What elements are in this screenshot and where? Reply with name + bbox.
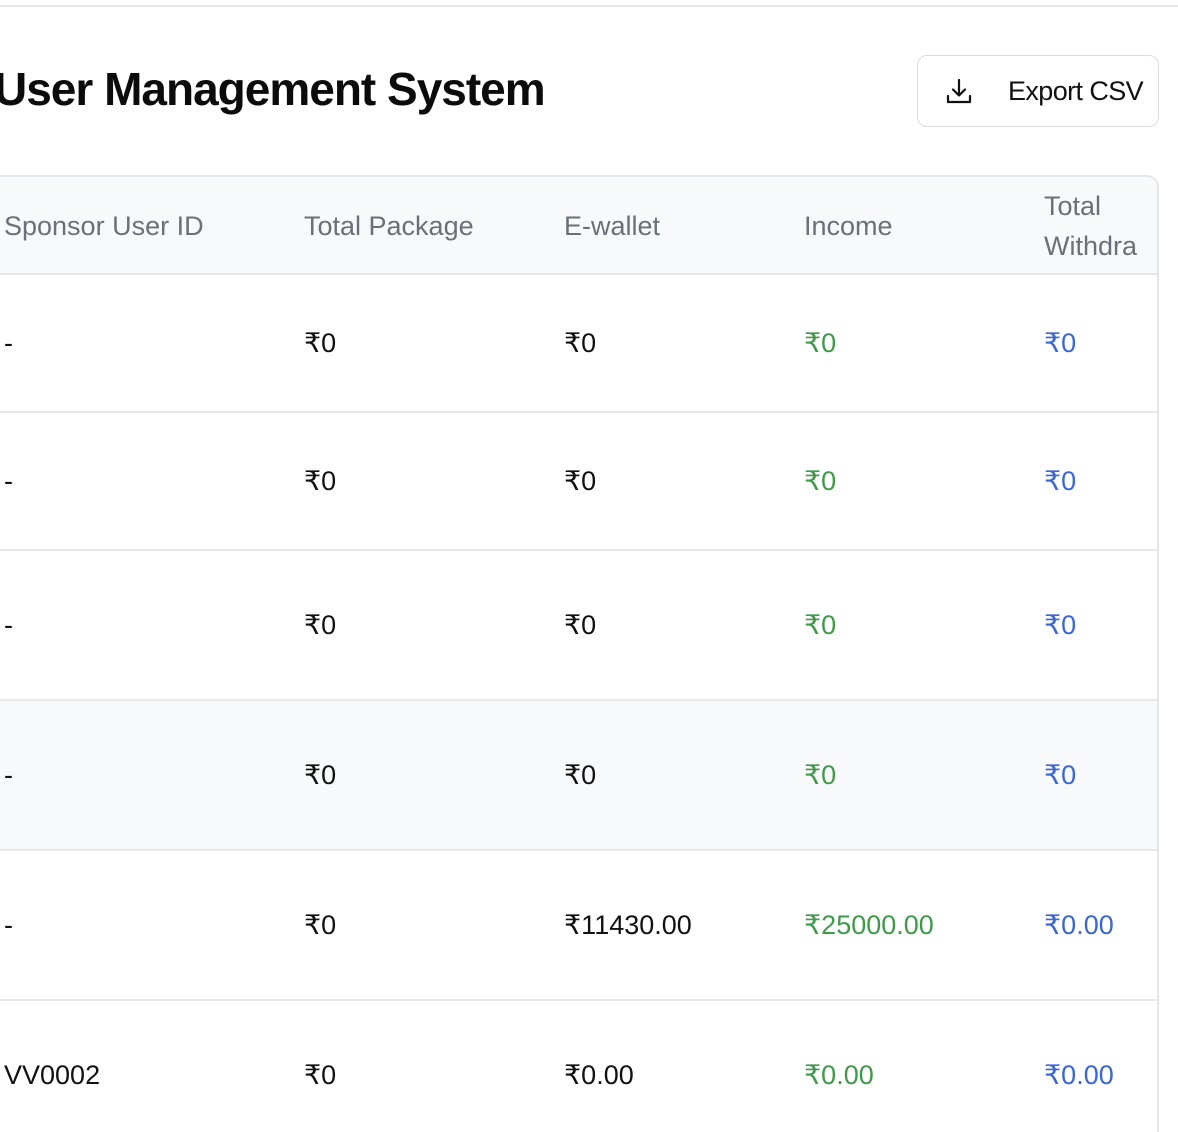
total-withdraw-cell: ₹0 — [1044, 328, 1077, 358]
e-wallet-cell: ₹0 — [564, 610, 597, 640]
income-cell: ₹0 — [804, 466, 837, 496]
column-header-e-wallet[interactable]: E-wallet — [564, 206, 660, 246]
table-row[interactable]: - ₹0 ₹0 ₹0 ₹0 — [0, 701, 1157, 851]
column-header-total-package[interactable]: Total Package — [304, 206, 474, 246]
sponsor-user-id-cell: - — [4, 466, 13, 496]
table-header: Sponsor User ID Total Package E-wallet I… — [0, 177, 1157, 301]
total-withdraw-cell: ₹0.00 — [1044, 1060, 1114, 1090]
sponsor-user-id-cell: - — [4, 760, 13, 790]
total-package-cell: ₹0 — [304, 610, 337, 640]
income-cell: ₹0 — [804, 610, 837, 640]
column-header-sponsor-user-id[interactable]: Sponsor User ID — [4, 206, 204, 246]
page-title: User Management System — [0, 63, 546, 115]
user-management-page: User Management System Export CSV Sponso… — [0, 0, 1178, 1132]
total-package-cell: ₹0 — [304, 466, 337, 496]
total-package-cell: ₹0 — [304, 760, 337, 790]
e-wallet-cell: ₹0 — [564, 466, 597, 496]
table-row[interactable]: - ₹0 ₹0 ₹0 ₹0 — [0, 551, 1157, 701]
income-cell: ₹0.00 — [804, 1060, 874, 1090]
export-csv-label: Export CSV — [1008, 76, 1144, 106]
column-header-income[interactable]: Income — [804, 206, 893, 246]
table-row[interactable]: VV0002 ₹0 ₹0.00 ₹0.00 ₹0.00 — [0, 1001, 1157, 1132]
sponsor-user-id-cell: - — [4, 910, 13, 940]
total-withdraw-cell: ₹0 — [1044, 760, 1077, 790]
e-wallet-cell: ₹11430.00 — [564, 910, 692, 940]
e-wallet-cell: ₹0 — [564, 328, 597, 358]
total-package-cell: ₹0 — [304, 910, 337, 940]
top-divider — [0, 5, 1178, 7]
users-table: Sponsor User ID Total Package E-wallet I… — [0, 175, 1159, 1132]
income-cell: ₹25000.00 — [804, 910, 934, 940]
export-csv-button[interactable]: Export CSV — [917, 55, 1159, 127]
e-wallet-cell: ₹0 — [564, 760, 597, 790]
total-package-cell: ₹0 — [304, 328, 337, 358]
total-withdraw-cell: ₹0 — [1044, 610, 1077, 640]
table-row[interactable]: - ₹0 ₹0 ₹0 ₹0 — [0, 275, 1157, 413]
sponsor-user-id-cell: VV0002 — [4, 1060, 101, 1090]
download-icon — [946, 78, 972, 104]
income-cell: ₹0 — [804, 760, 837, 790]
income-cell: ₹0 — [804, 328, 837, 358]
total-withdraw-cell: ₹0.00 — [1044, 910, 1114, 940]
total-package-cell: ₹0 — [304, 1060, 337, 1090]
sponsor-user-id-cell: - — [4, 610, 13, 640]
table-row[interactable]: - ₹0 ₹11430.00 ₹25000.00 ₹0.00 — [0, 851, 1157, 1001]
sponsor-user-id-cell: - — [4, 328, 13, 358]
total-withdraw-cell: ₹0 — [1044, 466, 1077, 496]
table-row[interactable]: - ₹0 ₹0 ₹0 ₹0 — [0, 413, 1157, 551]
e-wallet-cell: ₹0.00 — [564, 1060, 634, 1090]
